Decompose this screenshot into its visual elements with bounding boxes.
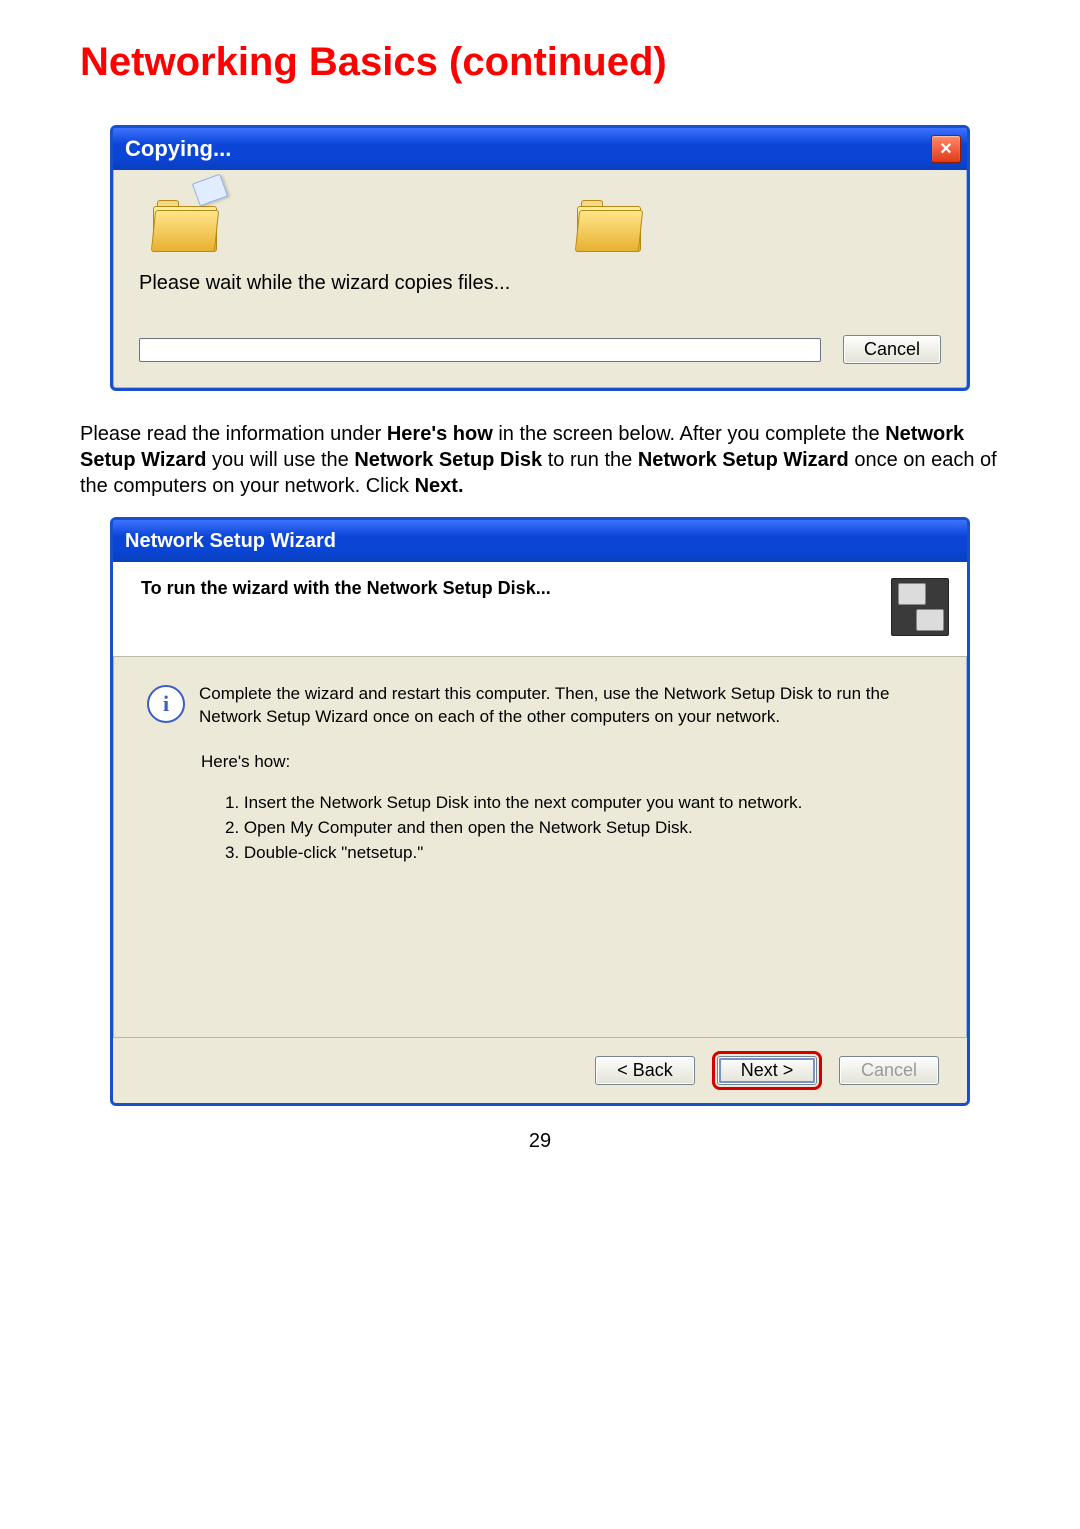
progress-bar <box>139 338 821 362</box>
cancel-button[interactable]: Cancel <box>843 335 941 364</box>
list-item: 3. Double-click "netsetup." <box>225 842 933 865</box>
copying-dialog: Copying... × Please wait while the wizar… <box>110 125 970 391</box>
progress-row: Cancel <box>139 335 941 364</box>
wizard-info-text: Complete the wizard and restart this com… <box>199 683 933 729</box>
folder-dest-icon <box>577 200 641 252</box>
heres-how-label: Here's how: <box>201 751 933 774</box>
para-bold-next: Next. <box>415 475 464 497</box>
wizard-info-row: i Complete the wizard and restart this c… <box>147 683 933 729</box>
para-text: in the screen below. After you complete … <box>493 423 885 445</box>
folder-source-icon <box>153 200 217 252</box>
wizard-titlebar[interactable]: Network Setup Wizard <box>113 520 967 562</box>
wizard-cancel-button: Cancel <box>839 1056 939 1085</box>
list-item: 2. Open My Computer and then open the Ne… <box>225 817 933 840</box>
next-button[interactable]: Next > <box>717 1056 817 1085</box>
para-text: you will use the <box>207 449 355 471</box>
network-setup-wizard-dialog: Network Setup Wizard To run the wizard w… <box>110 517 970 1106</box>
page-heading: Networking Basics (continued) <box>80 40 1000 85</box>
document-page: Networking Basics (continued) Copying...… <box>40 0 1040 1163</box>
copying-titlebar[interactable]: Copying... × <box>113 128 967 170</box>
para-text: Please read the information under <box>80 423 387 445</box>
para-bold-nsd: Network Setup Disk <box>354 449 542 471</box>
close-icon[interactable]: × <box>931 135 961 163</box>
para-bold-nsw2: Network Setup Wizard <box>638 449 849 471</box>
para-bold-hereshow: Here's how <box>387 423 493 445</box>
wizard-title: Network Setup Wizard <box>125 530 336 553</box>
copy-animation-icons <box>153 200 941 252</box>
instruction-paragraph: Please read the information under Here's… <box>80 421 1000 499</box>
wizard-footer: < Back Next > Cancel <box>113 1037 967 1103</box>
network-computers-icon <box>891 578 949 636</box>
copying-message: Please wait while the wizard copies file… <box>139 272 941 295</box>
list-item: 1. Insert the Network Setup Disk into th… <box>225 792 933 815</box>
para-text: to run the <box>542 449 638 471</box>
wizard-subtitle: To run the wizard with the Network Setup… <box>141 578 551 599</box>
wizard-body: i Complete the wizard and restart this c… <box>113 657 967 1037</box>
flying-paper-icon <box>192 174 228 207</box>
page-number: 29 <box>80 1130 1000 1153</box>
back-button[interactable]: < Back <box>595 1056 695 1085</box>
wizard-header: To run the wizard with the Network Setup… <box>113 562 967 657</box>
copying-title: Copying... <box>125 136 231 162</box>
info-icon: i <box>147 685 185 723</box>
heres-how-list: 1. Insert the Network Setup Disk into th… <box>225 792 933 865</box>
copying-body: Please wait while the wizard copies file… <box>113 170 967 388</box>
